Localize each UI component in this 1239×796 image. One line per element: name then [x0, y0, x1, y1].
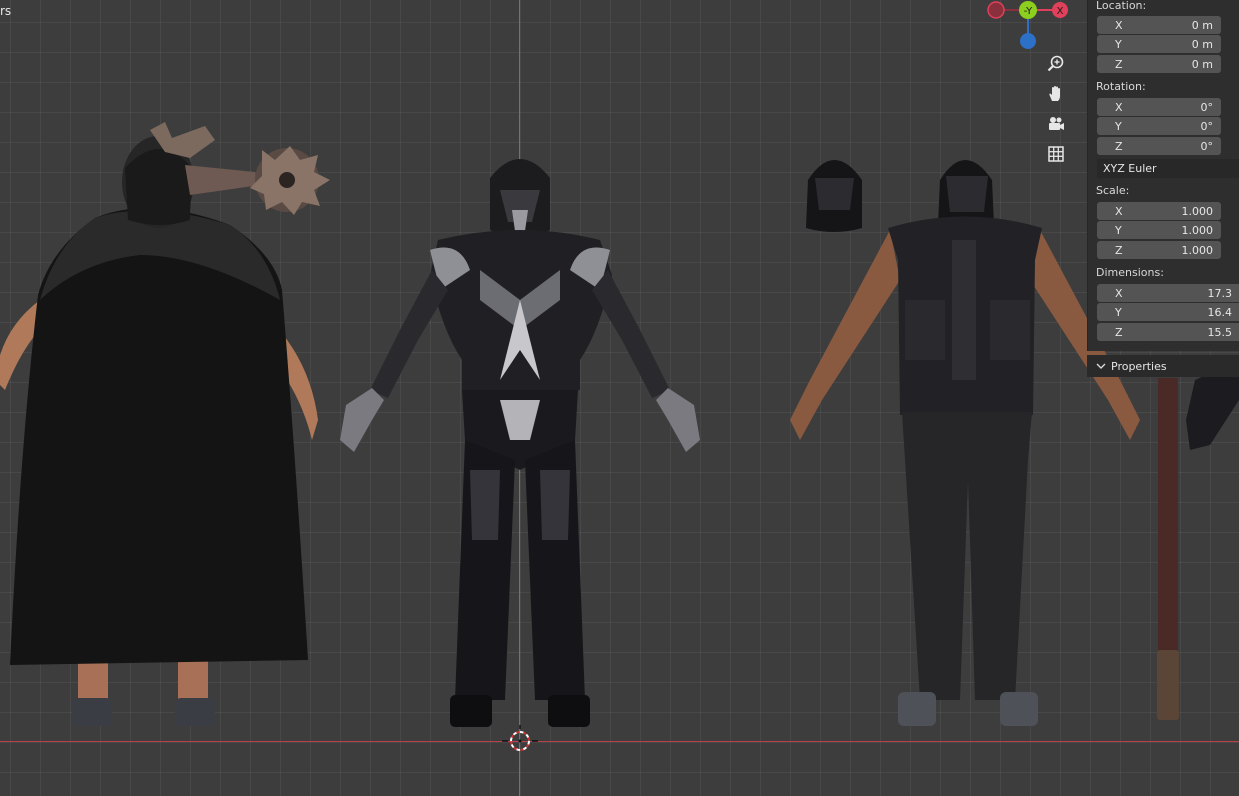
properties-label: Properties — [1111, 359, 1167, 373]
scale-y-field[interactable]: Y 1.000 — [1097, 221, 1221, 239]
zoom-icon — [1047, 55, 1064, 72]
zoom-button[interactable] — [1043, 51, 1069, 77]
grid-icon — [1048, 146, 1064, 162]
transform-sidebar: Location: X0 m Y0 m Z0 m Rotation: X 0° Y… — [1087, 0, 1239, 351]
location-y-field[interactable]: Y0 m — [1097, 35, 1221, 53]
gizmo-neg-x[interactable] — [987, 1, 1005, 19]
dimensions-x-field[interactable]: X 17.3 — [1097, 284, 1239, 302]
staff-model[interactable] — [1157, 378, 1179, 720]
gizmo-x-label: X — [1057, 6, 1064, 17]
hood-model[interactable] — [806, 160, 862, 232]
rotation-mode-dropdown[interactable]: XYZ Euler — [1097, 159, 1239, 178]
location-label: Location: — [1096, 0, 1147, 12]
armored-character-model[interactable] — [340, 159, 700, 727]
scale-label: Scale: — [1096, 184, 1130, 197]
caped-character-model[interactable] — [0, 122, 330, 726]
location-x-field[interactable]: X0 m — [1097, 16, 1221, 34]
rotation-label: Rotation: — [1096, 80, 1146, 93]
rotation-y-field[interactable]: Y 0° — [1097, 117, 1221, 135]
gizmo-z[interactable] — [1020, 33, 1036, 49]
dimensions-z-field[interactable]: Z 15.5 — [1097, 323, 1239, 341]
dimensions-y-field[interactable]: Y 16.4 — [1097, 303, 1239, 321]
scale-x-field[interactable]: X 1.000 — [1097, 202, 1221, 220]
gizmo-y-label: -Y — [1024, 6, 1033, 17]
camera-icon — [1049, 117, 1064, 130]
pan-button[interactable] — [1043, 81, 1069, 107]
scale-z-field[interactable]: Z 1.000 — [1097, 241, 1221, 259]
3d-cursor-icon[interactable] — [502, 725, 538, 751]
pan-hand-icon — [1049, 86, 1060, 101]
location-z-field[interactable]: Z0 m — [1097, 55, 1221, 73]
properties-panel-header[interactable]: Properties — [1087, 355, 1239, 377]
ortho-toggle-button[interactable] — [1043, 141, 1069, 167]
rotation-x-field[interactable]: X 0° — [1097, 98, 1221, 116]
chevron-down-icon — [1096, 363, 1106, 369]
dimensions-label: Dimensions: — [1096, 266, 1164, 279]
navigation-gizmo[interactable]: -Y X — [985, 0, 1075, 55]
rotation-z-field[interactable]: Z 0° — [1097, 137, 1221, 155]
camera-view-button[interactable] — [1043, 111, 1069, 137]
viewport-corner-text: rs — [0, 4, 12, 18]
3d-viewport[interactable]: rs -Y X — [0, 0, 1239, 796]
